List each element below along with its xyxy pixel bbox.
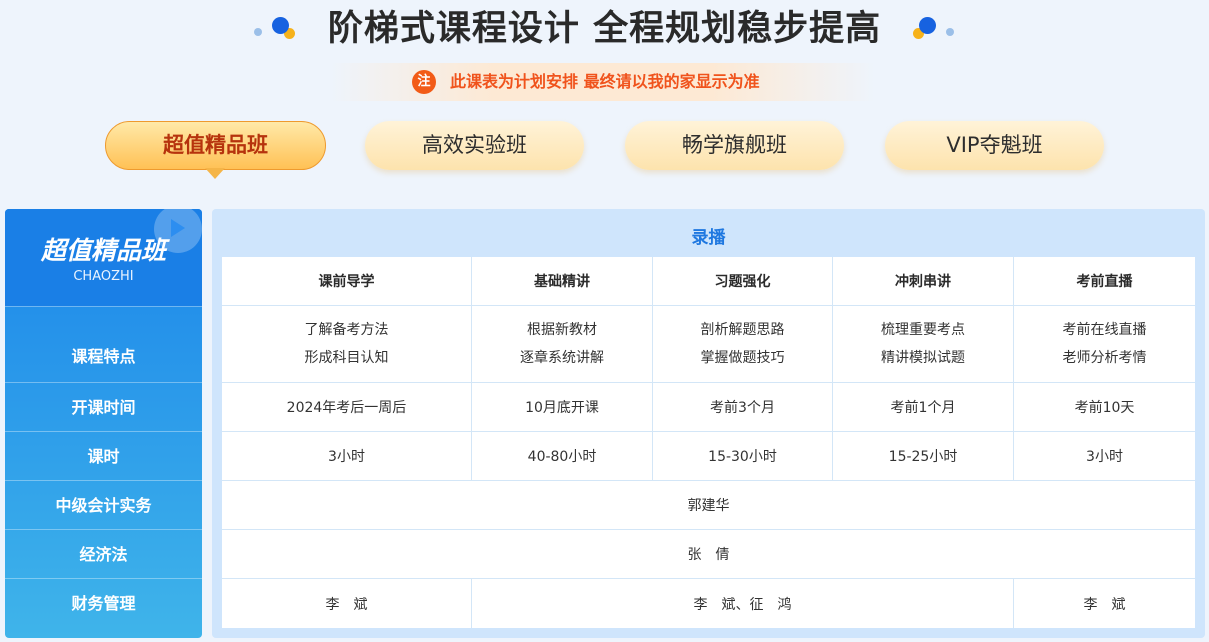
feature-cell: 根据新教材 逐章系统讲解 — [472, 306, 653, 383]
feature-cell: 了解备考方法 形成科目认知 — [222, 306, 472, 383]
feature-cell: 剖析解题思路 掌握做题技巧 — [653, 306, 833, 383]
notice-text: 此课表为计划安排 最终请以我的家显示为准 — [450, 72, 760, 91]
tab-vip[interactable]: VIP夺魁班 — [885, 121, 1104, 170]
column-header: 冲刺串讲 — [833, 257, 1014, 306]
column-header: 基础精讲 — [472, 257, 653, 306]
page-header: 阶梯式课程设计 全程规划稳步提高 — [0, 6, 1209, 54]
schedule-panel: 录播 课前导学 基础精讲 习题强化 冲刺串讲 考前直播 了解备考方法 形成科目认知… — [212, 209, 1205, 638]
hours-cell: 15-30小时 — [653, 432, 833, 481]
hours-cell: 3小时 — [222, 432, 472, 481]
notice-icon: 注 — [412, 70, 436, 94]
column-header: 考前直播 — [1014, 257, 1195, 306]
teacher-zhongji-cell: 郭建华 — [222, 481, 1195, 530]
tab-changxue[interactable]: 畅学旗舰班 — [625, 121, 844, 170]
hours-cell: 40-80小时 — [472, 432, 653, 481]
class-side-panel: 超值精品班 CHAOZHI 课程特点 开课时间 课时 中级会计实务 经济法 财务… — [5, 209, 202, 638]
row-label-zhongji: 中级会计实务 — [5, 480, 202, 530]
class-side-header: 超值精品班 CHAOZHI — [5, 209, 202, 306]
start-time-cell: 考前3个月 — [653, 383, 833, 432]
hours-cell: 15-25小时 — [833, 432, 1014, 481]
row-label-hours: 课时 — [5, 431, 202, 481]
start-time-cell: 考前1个月 — [833, 383, 1014, 432]
schedule-table: 课前导学 基础精讲 习题强化 冲刺串讲 考前直播 了解备考方法 形成科目认知 根据… — [222, 257, 1195, 628]
feature-cell: 考前在线直播 老师分析考情 — [1014, 306, 1195, 383]
teacher-caiwu-cell: 李 斌 — [1083, 596, 1126, 613]
active-tab-pointer — [205, 168, 225, 179]
notice-banner: 注 此课表为计划安排 最终请以我的家显示为准 — [330, 63, 875, 101]
row-label-start-time: 开课时间 — [5, 382, 202, 432]
decor-dot-right-blue — [919, 17, 936, 34]
hours-cell: 3小时 — [1014, 432, 1195, 481]
decor-dot-right-small — [946, 28, 954, 36]
start-time-cell: 2024年考后一周后 — [222, 383, 472, 432]
decor-dot-left-blue — [272, 17, 289, 34]
teacher-caiwu-cell: 李 斌 — [222, 579, 472, 628]
row-label-features: 课程特点 — [5, 306, 202, 383]
start-time-cell: 10月底开课 — [472, 383, 653, 432]
teacher-caiwu-cell: 李 斌、征 鸿 — [472, 579, 1014, 628]
start-time-cell: 考前10天 — [1014, 383, 1195, 432]
decor-dot-left-small — [254, 28, 262, 36]
column-header: 习题强化 — [653, 257, 833, 306]
feature-cell: 梳理重要考点 精讲模拟试题 — [833, 306, 1014, 383]
class-code: CHAOZHI — [73, 269, 134, 284]
column-header: 课前导学 — [222, 257, 472, 306]
row-label-jingjifa: 经济法 — [5, 529, 202, 579]
tab-chaozhi[interactable]: 超值精品班 — [105, 121, 326, 170]
page-title: 阶梯式课程设计 全程规划稳步提高 — [327, 9, 882, 49]
row-label-caiwu: 财务管理 — [5, 578, 202, 628]
class-name: 超值精品班 — [40, 236, 166, 265]
section-title-recorded: 录播 — [691, 228, 726, 248]
teacher-jingjifa-cell: 张 倩 — [222, 530, 1195, 579]
tab-gaoxiao[interactable]: 高效实验班 — [365, 121, 584, 170]
